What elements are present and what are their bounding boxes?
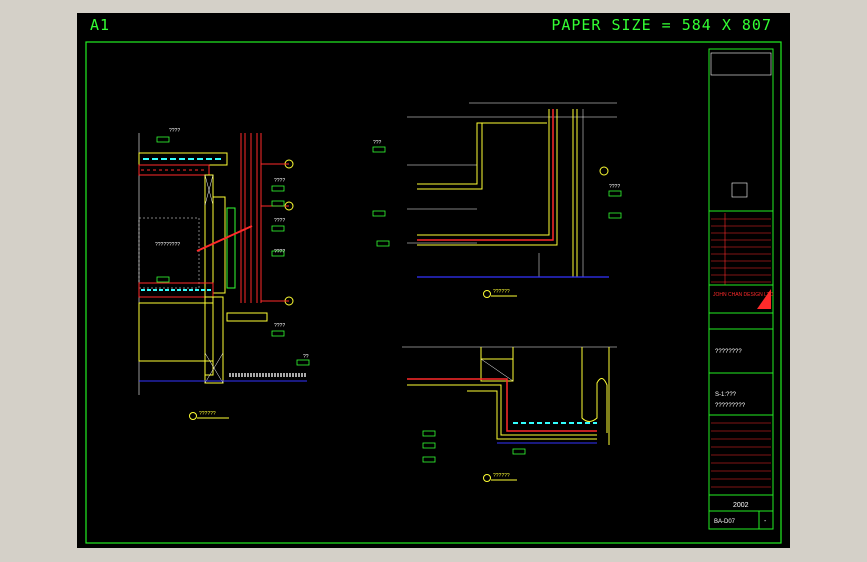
drawing-number: BA-D07	[714, 519, 736, 525]
note-label: ????	[169, 128, 180, 134]
cad-drawing-canvas: JOHN CHAN DESIGN LTD ???????? S-1:??? ??…	[85, 41, 782, 544]
detail-label: ??????	[493, 289, 510, 295]
section-detail-left: ???? ???? ???? ???? ???? ????????? ?? ??…	[138, 128, 310, 420]
cad-viewport[interactable]: JOHN CHAN DESIGN LTD ???????? S-1:??? ??…	[77, 13, 790, 548]
corner-detail-bottom: ??????	[402, 346, 617, 482]
note-label: ???	[373, 140, 382, 146]
detail-label: ??????	[199, 411, 216, 417]
scale-text: S-1:???	[715, 392, 737, 398]
note-label: ????	[274, 323, 285, 329]
corner-detail-top: ??? ???? ??????	[372, 102, 622, 298]
note-label: ????	[609, 184, 620, 190]
paper-size-label: PAPER SIZE = 584 X 807	[551, 16, 772, 34]
note-label: ?????????	[155, 242, 180, 248]
note-label: ????	[274, 249, 285, 255]
revision: -	[764, 518, 767, 525]
name-text: ????????	[715, 349, 742, 355]
detail-label: ??????	[493, 473, 510, 479]
note-label: ????	[274, 218, 285, 224]
title-block: JOHN CHAN DESIGN LTD ???????? S-1:??? ??…	[708, 48, 774, 530]
company-name: JOHN CHAN DESIGN LTD	[713, 292, 774, 298]
note-label: ??	[303, 354, 309, 360]
note-label: ????	[274, 178, 285, 184]
title-year: 2002	[733, 502, 749, 509]
sheet-size-label: A1	[90, 16, 111, 34]
desc-text: ?????????	[715, 403, 746, 409]
